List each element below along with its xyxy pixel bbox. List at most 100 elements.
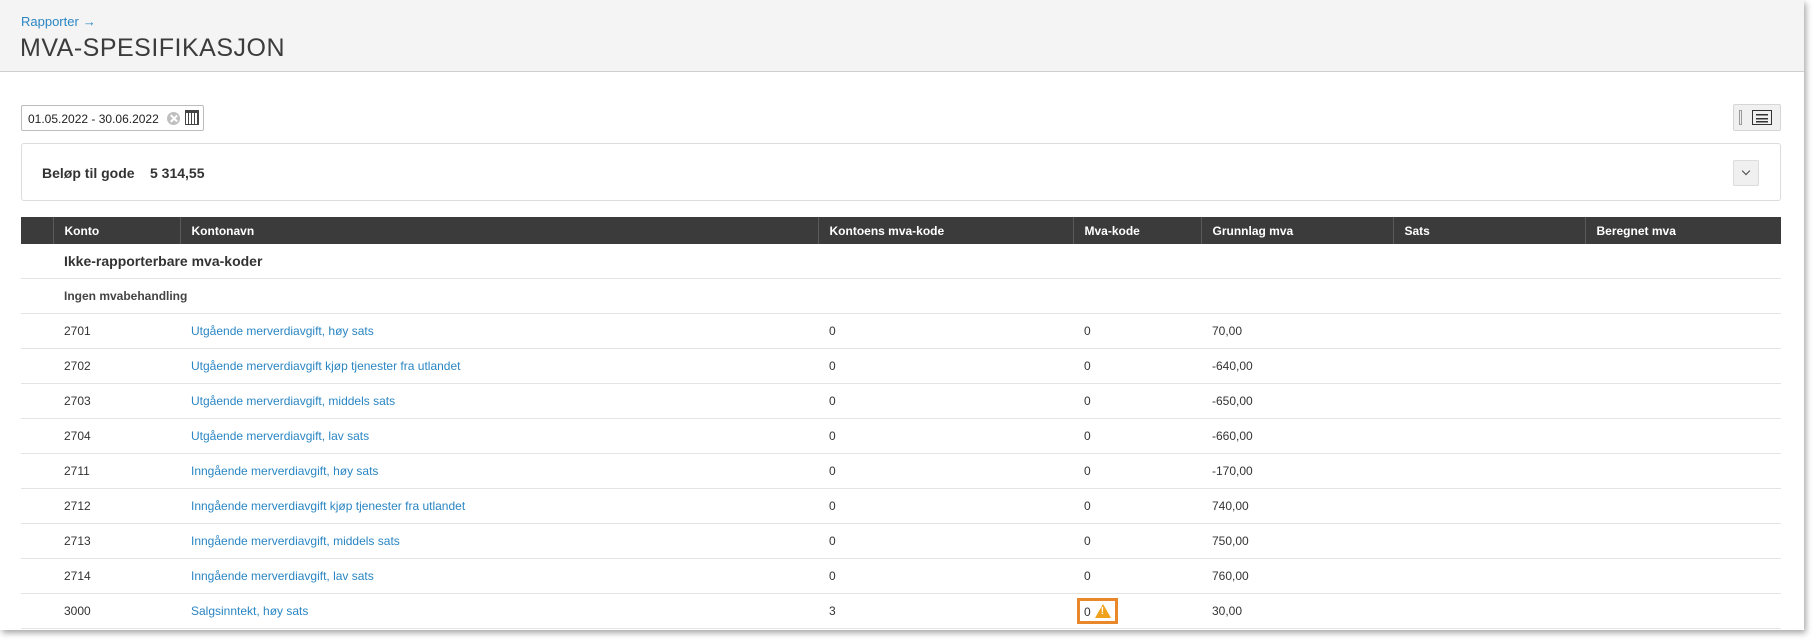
mva-kode-cell: 0 [1073, 383, 1201, 419]
table-header-row: Konto Kontonavn Kontoens mva-kode Mva-ko… [21, 217, 1781, 244]
account-link[interactable]: Salgsinntekt, høy sats [191, 604, 308, 618]
grunnlag-cell: -640,00 [1201, 348, 1393, 384]
column-header-spacer [21, 217, 53, 244]
sats-cell [1393, 593, 1585, 629]
table-row: 2711 Inngående merverdiavgift, høy sats … [21, 453, 1781, 489]
date-range-field[interactable]: 01.05.2022 - 30.06.2022 [21, 105, 204, 131]
kontoens-mva-kode-cell: 0 [818, 383, 1073, 419]
grunnlag-cell: -660,00 [1201, 418, 1393, 454]
konto-cell: 2701 [53, 313, 180, 349]
kontoens-mva-kode-cell: 0 [818, 558, 1073, 594]
page-header: Rapporter → MVA-SPESIFIKASJON [0, 0, 1804, 72]
mva-kode-value: 0 [1084, 605, 1091, 619]
account-link[interactable]: Inngående merverdiavgift, høy sats [191, 464, 378, 478]
sats-cell [1393, 383, 1585, 419]
summary-label: Beløp til gode [42, 165, 135, 181]
column-view-icon[interactable] [1739, 110, 1742, 125]
expand-button[interactable] [1733, 160, 1759, 186]
column-header-konto[interactable]: Konto [52, 217, 180, 244]
grunnlag-cell: -170,00 [1201, 453, 1393, 489]
table-row: 2704 Utgående merverdiavgift, lav sats 0… [21, 418, 1781, 454]
account-link[interactable]: Inngående merverdiavgift, lav sats [191, 569, 374, 583]
view-toggle-button[interactable] [1733, 104, 1781, 131]
sats-cell [1393, 313, 1585, 349]
account-link[interactable]: Inngående merverdiavgift, middels sats [191, 534, 400, 548]
subgroup-title: Ingen mvabehandling [53, 278, 1781, 314]
table-row: 2702 Utgående merverdiavgift kjøp tjenes… [21, 348, 1781, 384]
konto-cell: 2714 [53, 558, 180, 594]
chevron-down-icon [1741, 166, 1751, 176]
clear-icon[interactable] [167, 112, 180, 125]
column-header-sats[interactable]: Sats [1392, 217, 1585, 244]
beregnet-cell [1585, 418, 1781, 454]
grunnlag-cell: 760,00 [1201, 558, 1393, 594]
sats-cell [1393, 418, 1585, 454]
account-link[interactable]: Utgående merverdiavgift kjøp tjenester f… [191, 359, 460, 373]
konto-cell: 2712 [53, 488, 180, 524]
mva-kode-cell: 0 [1073, 453, 1201, 489]
summary-panel: Beløp til gode 5 314,55 [21, 143, 1781, 201]
app-window: Rapporter → MVA-SPESIFIKASJON 01.05.2022 … [0, 0, 1804, 630]
mva-kode-cell: 0 [1073, 593, 1201, 629]
group-row: Ikke-rapporterbare mva-koder [21, 244, 1781, 279]
table-row: 2701 Utgående merverdiavgift, høy sats 0… [21, 313, 1781, 349]
beregnet-cell [1585, 453, 1781, 489]
column-header-kontonavn[interactable]: Kontonavn [179, 217, 818, 244]
table-row: 2713 Inngående merverdiavgift, middels s… [21, 523, 1781, 559]
account-link[interactable]: Utgående merverdiavgift, middels sats [191, 394, 395, 408]
date-range-value[interactable]: 01.05.2022 - 30.06.2022 [28, 112, 159, 126]
mva-kode-warning-highlight[interactable]: 0 [1077, 598, 1118, 624]
account-link[interactable]: Utgående merverdiavgift, lav sats [191, 429, 369, 443]
breadcrumb-arrow-icon: → [82, 14, 96, 29]
mva-kode-cell: 0 [1073, 558, 1201, 594]
calendar-icon[interactable] [185, 110, 199, 125]
konto-cell: 3000 [53, 593, 180, 629]
column-header-beregnet-mva[interactable]: Beregnet mva [1584, 217, 1781, 244]
column-header-grunnlag-mva[interactable]: Grunnlag mva [1200, 217, 1393, 244]
beregnet-cell [1585, 348, 1781, 384]
column-header-kontoens-mva-kode[interactable]: Kontoens mva-kode [817, 217, 1073, 244]
breadcrumb[interactable]: Rapporter → [21, 14, 96, 29]
mva-kode-cell: 0 [1073, 488, 1201, 524]
konto-cell: 2702 [53, 348, 180, 384]
grunnlag-cell: 750,00 [1201, 523, 1393, 559]
warning-icon[interactable] [1094, 604, 1111, 618]
konto-cell: 2703 [53, 383, 180, 419]
breadcrumb-link[interactable]: Rapporter [21, 14, 79, 29]
konto-cell: 2711 [53, 453, 180, 489]
kontoens-mva-kode-cell: 3 [818, 593, 1073, 629]
grunnlag-cell: 740,00 [1201, 488, 1393, 524]
beregnet-cell [1585, 488, 1781, 524]
sats-cell [1393, 558, 1585, 594]
beregnet-cell [1585, 383, 1781, 419]
column-header-mva-kode[interactable]: Mva-kode [1072, 217, 1201, 244]
mva-kode-cell: 0 [1073, 348, 1201, 384]
subgroup-row: Ingen mvabehandling [21, 278, 1781, 314]
table-row: 2712 Inngående merverdiavgift kjøp tjene… [21, 488, 1781, 524]
kontoens-mva-kode-cell: 0 [818, 488, 1073, 524]
kontoens-mva-kode-cell: 0 [818, 418, 1073, 454]
kontoens-mva-kode-cell: 0 [818, 453, 1073, 489]
summary-value: 5 314,55 [150, 165, 205, 181]
account-link[interactable]: Inngående merverdiavgift kjøp tjenester … [191, 499, 465, 513]
list-view-icon[interactable] [1752, 110, 1772, 125]
account-link[interactable]: Utgående merverdiavgift, høy sats [191, 324, 374, 338]
mva-kode-cell: 0 [1073, 523, 1201, 559]
sats-cell [1393, 488, 1585, 524]
grunnlag-cell: 70,00 [1201, 313, 1393, 349]
sats-cell [1393, 348, 1585, 384]
mva-kode-cell: 0 [1073, 313, 1201, 349]
page-title: MVA-SPESIFIKASJON [20, 34, 286, 62]
beregnet-cell [1585, 558, 1781, 594]
table-row: 2714 Inngående merverdiavgift, lav sats … [21, 558, 1781, 594]
sats-cell [1393, 523, 1585, 559]
kontoens-mva-kode-cell: 0 [818, 523, 1073, 559]
grunnlag-cell: -650,00 [1201, 383, 1393, 419]
beregnet-cell [1585, 313, 1781, 349]
beregnet-cell [1585, 593, 1781, 629]
grunnlag-cell: 30,00 [1201, 593, 1393, 629]
konto-cell: 2704 [53, 418, 180, 454]
table-row: 3000 Salgsinntekt, høy sats 3 0 30,00 [21, 593, 1781, 629]
konto-cell: 2713 [53, 523, 180, 559]
kontoens-mva-kode-cell: 0 [818, 313, 1073, 349]
